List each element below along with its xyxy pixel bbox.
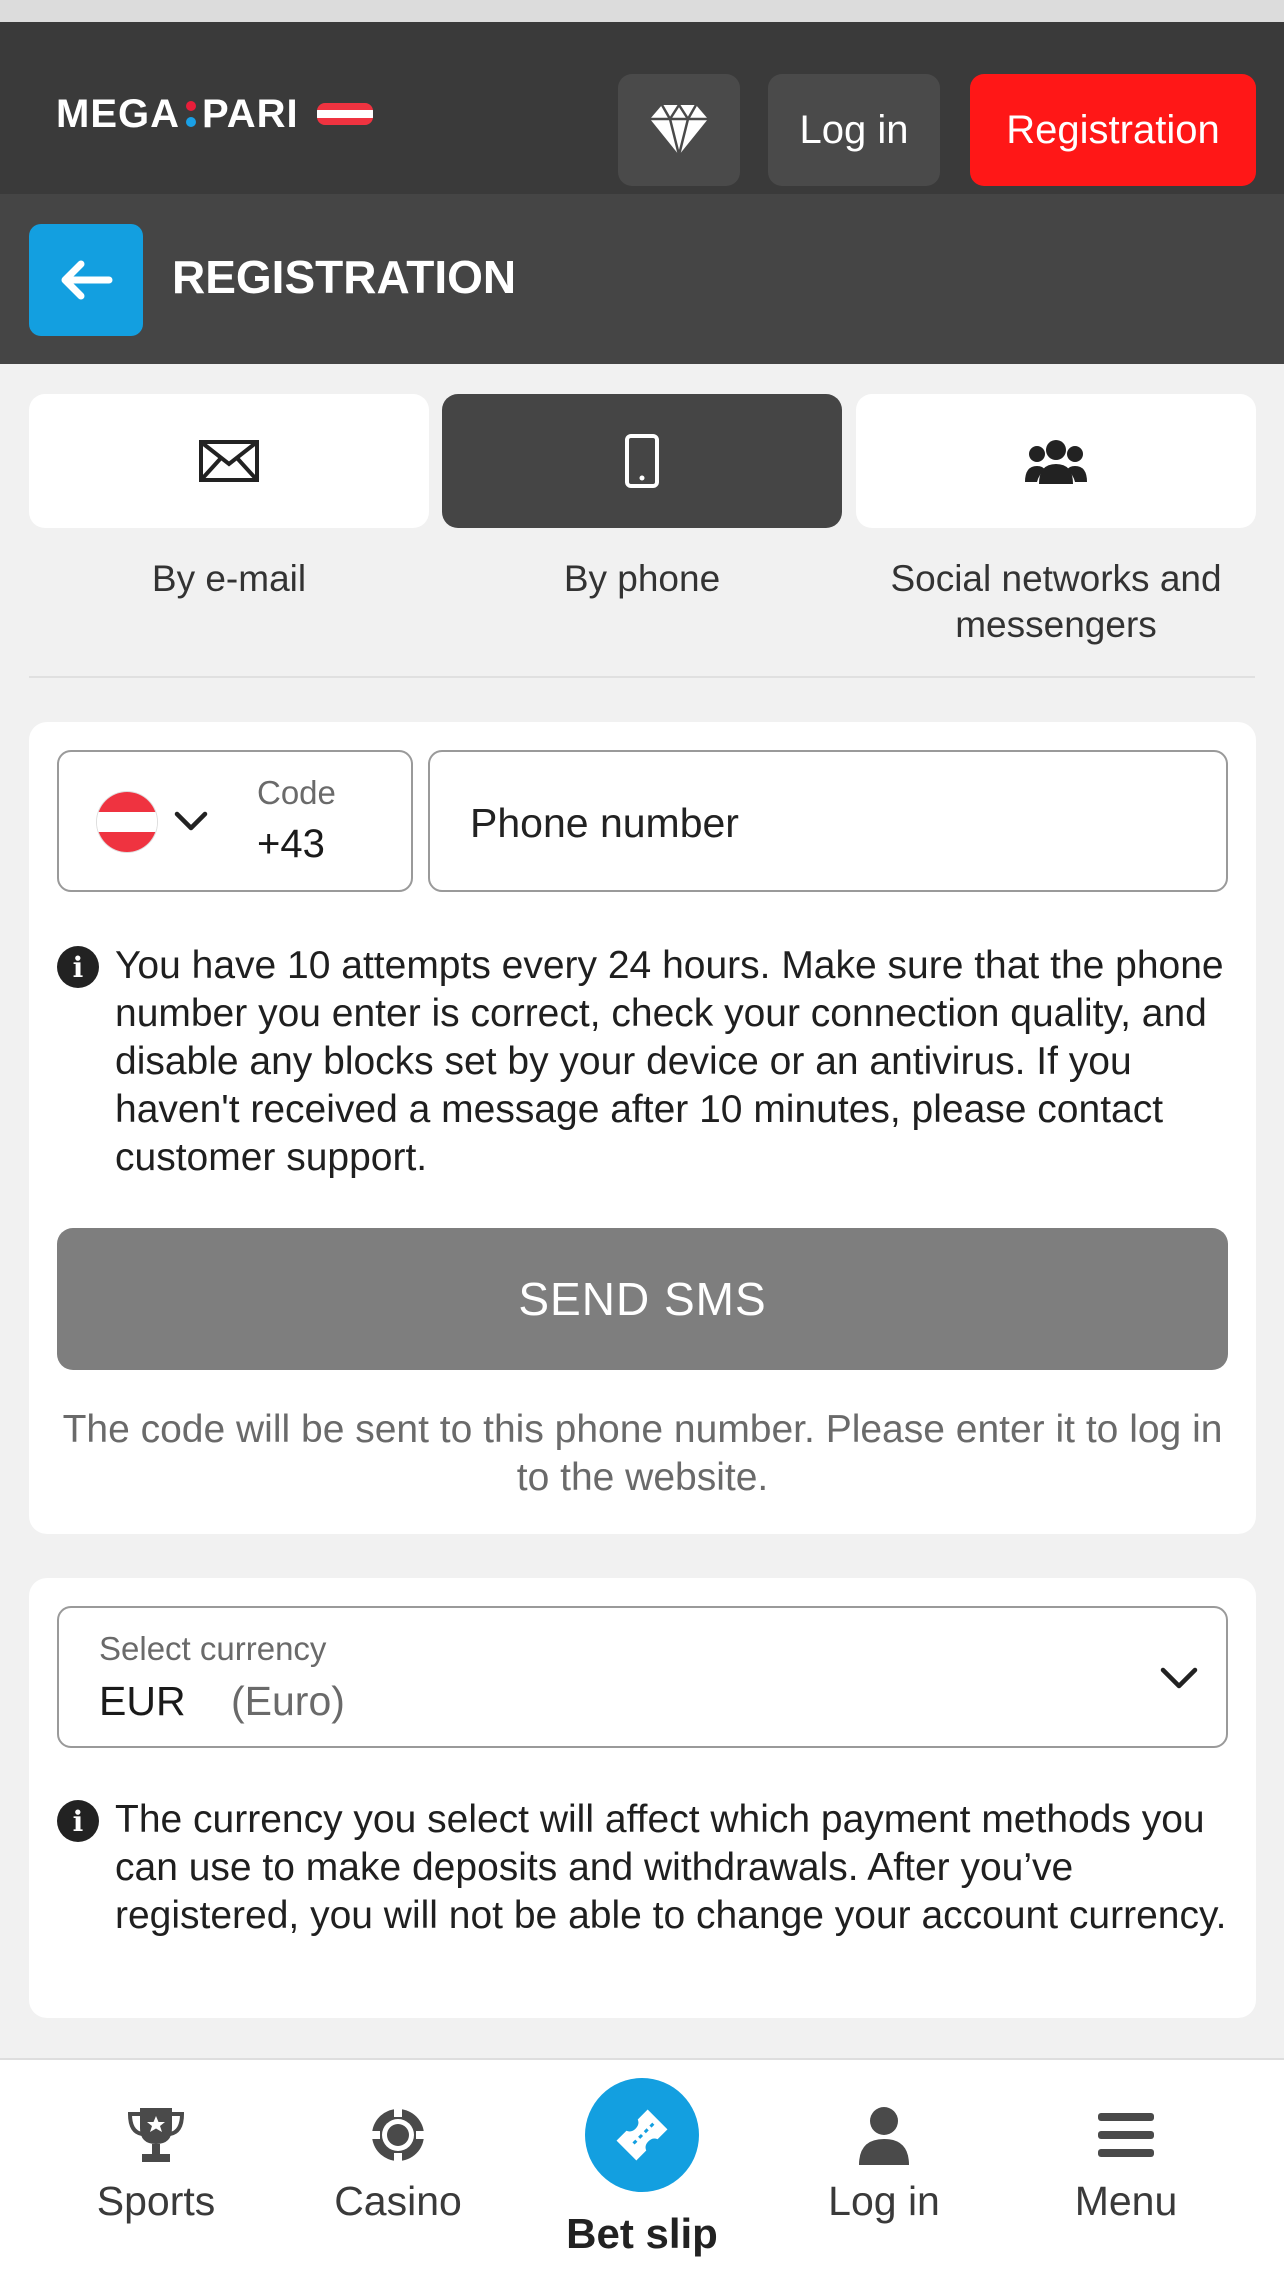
logo-dots (186, 99, 196, 129)
nav-sports[interactable]: Sports (46, 2100, 266, 2225)
nav-betslip-button[interactable] (585, 2078, 699, 2192)
country-code-select[interactable]: Code +43 (57, 750, 413, 892)
tab-label-email: By e-mail (151, 558, 307, 599)
trophy-icon (127, 2108, 185, 2162)
currency-code: EUR (99, 1678, 186, 1724)
chevron-down-icon (174, 811, 208, 831)
code-value: +43 (257, 822, 325, 866)
austria-flag-icon (316, 103, 373, 125)
currency-name: (Euro) (231, 1678, 345, 1724)
tab-label-social: Social networks and messengers (890, 558, 1222, 645)
user-icon (859, 2107, 909, 2165)
status-bar (0, 0, 1284, 22)
registration-button[interactable]: Registration (970, 74, 1256, 186)
currency-info-text: The currency you select will affect whic… (115, 1798, 1227, 1937)
smartphone-icon (625, 434, 659, 488)
arrow-left-icon (61, 260, 113, 300)
diamond-icon (650, 103, 708, 156)
casino-chip-icon (372, 2109, 424, 2161)
phone-number-placeholder: Phone number (470, 800, 739, 846)
nav-casino[interactable]: Casino (288, 2100, 508, 2225)
users-icon (1025, 440, 1087, 484)
top-header: MEGA PARI Log in Registration (0, 22, 1284, 194)
send-sms-button[interactable]: SEND SMS (57, 1228, 1228, 1370)
tab-by-email[interactable] (29, 394, 429, 528)
registration-header: REGISTRATION (0, 194, 1284, 364)
currency-panel: Select currency EUR (Euro) i The currenc… (29, 1578, 1256, 2018)
tab-by-phone[interactable] (442, 394, 842, 528)
vip-diamond-button[interactable] (618, 74, 740, 186)
sms-hint-text: The code will be sent to this phone numb… (62, 1408, 1223, 1499)
page-title: REGISTRATION (172, 251, 517, 303)
nav-sports-label: Sports (96, 2178, 216, 2224)
bottom-navigation: Sports Casino Bet slip Log in Menu (0, 2058, 1284, 2271)
logo-text-right: PARI (202, 91, 299, 136)
back-button[interactable] (29, 224, 143, 336)
tab-label-phone: By phone (563, 558, 721, 599)
nav-betslip-label[interactable]: Bet slip (520, 2210, 764, 2258)
nav-login-label: Log in (828, 2178, 940, 2224)
sms-attempts-text: You have 10 attempts every 24 hours. Mak… (115, 944, 1224, 1179)
divider (29, 676, 1255, 678)
phone-registration-panel: Code +43 Phone number i You have 10 atte… (29, 722, 1256, 1534)
nav-menu[interactable]: Menu (1016, 2100, 1236, 2225)
logo-text-left: MEGA (56, 91, 180, 136)
ticket-icon (616, 2109, 668, 2161)
phone-number-input[interactable]: Phone number (428, 750, 1228, 892)
austria-flag-icon (97, 792, 157, 852)
hamburger-menu-icon (1098, 2113, 1154, 2157)
login-button[interactable]: Log in (768, 74, 940, 186)
currency-info: i The currency you select will affect wh… (57, 1796, 1228, 1940)
sms-attempts-info: i You have 10 attempts every 24 hours. M… (57, 942, 1228, 1182)
nav-menu-label: Menu (1074, 2178, 1178, 2224)
tab-social-networks[interactable] (856, 394, 1256, 528)
info-icon: i (57, 946, 99, 988)
nav-casino-label: Casino (334, 2178, 462, 2224)
envelope-icon (199, 440, 259, 482)
info-icon: i (57, 1800, 99, 1842)
nav-login[interactable]: Log in (774, 2100, 994, 2225)
megapari-logo[interactable]: MEGA PARI (56, 88, 373, 140)
chevron-down-icon (1160, 1667, 1198, 1689)
code-label: Code (257, 774, 336, 811)
currency-select[interactable]: Select currency EUR (Euro) (57, 1606, 1228, 1748)
currency-select-label: Select currency (99, 1630, 327, 1667)
